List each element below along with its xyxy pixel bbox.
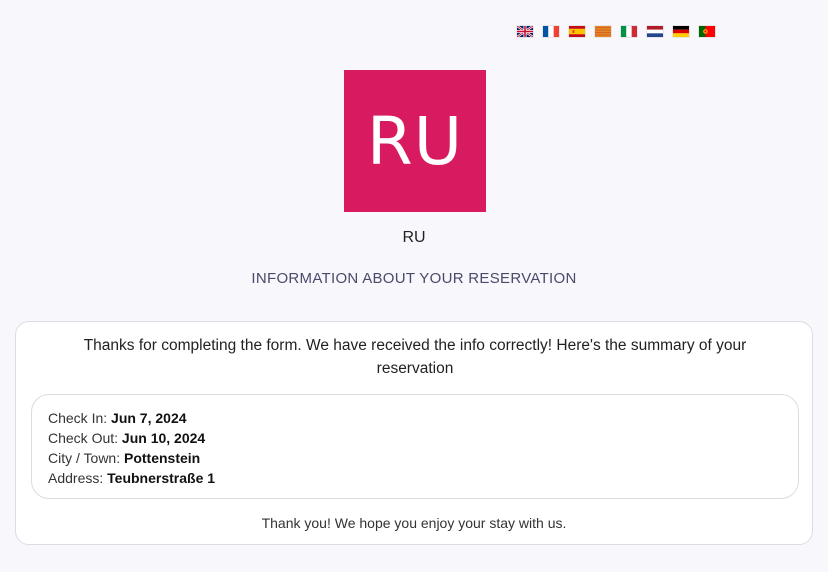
flag-netherlands-icon[interactable] bbox=[647, 26, 663, 37]
flag-france-icon[interactable] bbox=[543, 26, 559, 37]
city-value: Pottenstein bbox=[124, 450, 201, 466]
reservation-card: Thanks for completing the form. We have … bbox=[15, 321, 813, 545]
flag-portugal-icon[interactable] bbox=[699, 26, 715, 37]
check-in-row: Check In: Jun 7, 2024 bbox=[48, 408, 782, 428]
reservation-summary: Check In: Jun 7, 2024 Check Out: Jun 10,… bbox=[31, 394, 799, 499]
hotel-logo: RU bbox=[344, 70, 486, 212]
check-in-label: Check In: bbox=[48, 410, 108, 426]
flag-spain-icon[interactable] bbox=[569, 26, 585, 37]
language-selector bbox=[517, 26, 715, 37]
flag-germany-icon[interactable] bbox=[673, 26, 689, 37]
check-in-value: Jun 7, 2024 bbox=[111, 410, 187, 426]
check-out-row: Check Out: Jun 10, 2024 bbox=[48, 428, 782, 448]
logo-text: RU bbox=[366, 102, 464, 180]
hotel-name: RU bbox=[402, 229, 426, 246]
check-out-value: Jun 10, 2024 bbox=[121, 430, 206, 446]
flag-catalonia-icon[interactable] bbox=[595, 26, 611, 37]
address-row: Address: Teubnerstraße 1 bbox=[48, 468, 782, 488]
check-out-label: Check Out: bbox=[48, 430, 119, 446]
confirmation-message: Thanks for completing the form. We have … bbox=[83, 337, 747, 377]
city-label: City / Town: bbox=[48, 450, 121, 466]
flag-uk-icon[interactable] bbox=[517, 26, 533, 37]
address-value: Teubnerstraße 1 bbox=[107, 470, 216, 486]
city-row: City / Town: Pottenstein bbox=[48, 448, 782, 468]
footer-message: Thank you! We hope you enjoy your stay w… bbox=[261, 515, 567, 531]
section-title: INFORMATION ABOUT YOUR RESERVATION bbox=[251, 270, 577, 287]
address-label: Address: bbox=[48, 470, 104, 486]
flag-italy-icon[interactable] bbox=[621, 26, 637, 37]
